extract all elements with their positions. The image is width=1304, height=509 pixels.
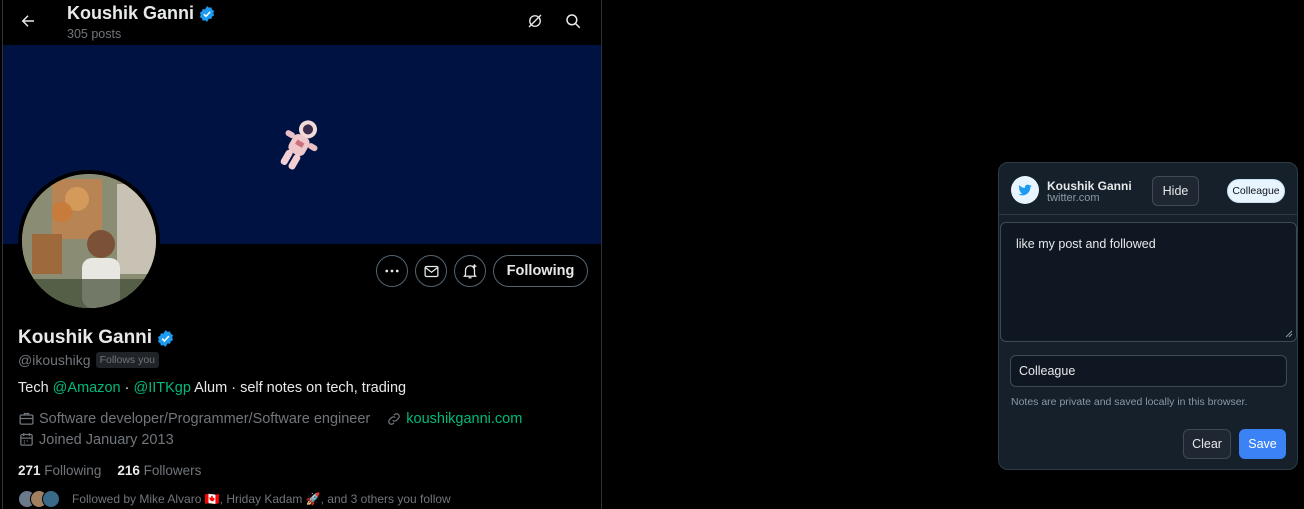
search-icon bbox=[566, 14, 581, 29]
notes-user-name: Koushik Ganni bbox=[1047, 179, 1132, 193]
avatar-illustration bbox=[22, 174, 156, 308]
privacy-note: Notes are private and saved locally in t… bbox=[1011, 396, 1248, 408]
calendar-icon bbox=[20, 433, 33, 446]
message-icon bbox=[423, 265, 439, 277]
note-text: like my post and followed bbox=[1016, 237, 1156, 251]
following-count: 271 bbox=[18, 463, 41, 478]
clear-button[interactable]: Clear bbox=[1183, 429, 1231, 459]
followed-by-text: Followed by Mike Alvaro 🇨🇦, Hriday Kadam… bbox=[72, 492, 451, 506]
more-button[interactable] bbox=[376, 255, 408, 287]
briefcase-icon bbox=[19, 412, 34, 425]
bio-suffix: Alum · self notes on tech, trading bbox=[190, 380, 407, 396]
followers-count-link[interactable]: 216 Followers bbox=[117, 463, 201, 478]
save-button[interactable]: Save bbox=[1239, 429, 1286, 459]
notification-bell-icon bbox=[463, 264, 477, 279]
twitter-logo bbox=[1011, 176, 1039, 204]
following-label: Following bbox=[44, 463, 102, 478]
post-count: 305 posts bbox=[67, 27, 122, 41]
tag-input-value: Colleague bbox=[1019, 364, 1076, 378]
tag-input[interactable]: Colleague bbox=[1010, 355, 1287, 387]
follow-counts: 271 Following 216 Followers bbox=[18, 463, 201, 478]
more-icon bbox=[385, 269, 399, 273]
profile-name: Koushik Ganni bbox=[18, 327, 175, 349]
joined-row: Joined January 2013 bbox=[18, 431, 174, 448]
followers-count: 216 bbox=[117, 463, 140, 478]
following-count-link[interactable]: 271 Following bbox=[18, 463, 101, 478]
verified-badge-icon bbox=[199, 5, 215, 22]
bio-prefix: Tech bbox=[18, 380, 53, 396]
profile-handle-row: @ikoushikg Follows you bbox=[18, 352, 160, 368]
back-button[interactable] bbox=[15, 8, 41, 34]
tag-pill[interactable]: Colleague bbox=[1227, 179, 1285, 203]
notify-button[interactable] bbox=[454, 255, 486, 287]
header-name-text: Koushik Ganni bbox=[67, 3, 195, 23]
bio-mention-amazon[interactable]: @Amazon bbox=[53, 380, 121, 396]
avatar-photo bbox=[22, 174, 156, 308]
verified-badge-icon bbox=[158, 329, 174, 347]
joined-date: Joined January 2013 bbox=[39, 431, 174, 448]
profile-meta-row: Software developer/Programmer/Software e… bbox=[18, 410, 522, 427]
mutual-avatar bbox=[42, 490, 60, 508]
twitter-bird-icon bbox=[1018, 184, 1032, 196]
grok-button[interactable] bbox=[524, 10, 546, 32]
profile-avatar[interactable] bbox=[18, 170, 160, 312]
following-button[interactable]: Following bbox=[493, 255, 588, 287]
profile-bio: Tech @Amazon · @IITKgp Alum · self notes… bbox=[18, 380, 406, 396]
notes-site: twitter.com bbox=[1047, 192, 1100, 204]
notes-header: Koushik Ganni twitter.com Hide Colleague bbox=[999, 163, 1297, 215]
link-icon bbox=[388, 412, 401, 425]
search-button[interactable] bbox=[562, 10, 584, 32]
header-name: Koushik Ganni bbox=[67, 3, 216, 24]
website-link[interactable]: koushikganni.com bbox=[406, 411, 522, 427]
message-button[interactable] bbox=[415, 255, 447, 287]
mutual-avatars bbox=[18, 490, 66, 508]
note-textarea[interactable]: like my post and followed bbox=[1000, 222, 1297, 342]
resize-grip-icon[interactable] bbox=[1285, 330, 1293, 338]
grok-icon bbox=[528, 14, 542, 28]
astronaut-illustration bbox=[280, 120, 318, 170]
profession: Software developer/Programmer/Software e… bbox=[39, 410, 371, 427]
follows-you-badge: Follows you bbox=[95, 352, 160, 368]
profile-name-text: Koushik Ganni bbox=[18, 327, 153, 348]
bio-separator: · bbox=[120, 380, 134, 396]
bio-mention-iitkgp[interactable]: @IITKgp bbox=[133, 380, 190, 396]
profile-handle: @ikoushikg bbox=[18, 352, 91, 368]
followed-by-row[interactable]: Followed by Mike Alvaro 🇨🇦, Hriday Kadam… bbox=[18, 490, 451, 508]
hide-button[interactable]: Hide bbox=[1152, 176, 1199, 206]
profile-column: Koushik Ganni 305 posts Following Koushi… bbox=[2, 0, 602, 509]
user-notes-popup: Koushik Ganni twitter.com Hide Colleague… bbox=[998, 162, 1298, 470]
back-arrow-icon bbox=[21, 15, 34, 27]
followers-label: Followers bbox=[143, 463, 202, 478]
profile-header-bar: Koushik Ganni 305 posts bbox=[3, 0, 601, 45]
